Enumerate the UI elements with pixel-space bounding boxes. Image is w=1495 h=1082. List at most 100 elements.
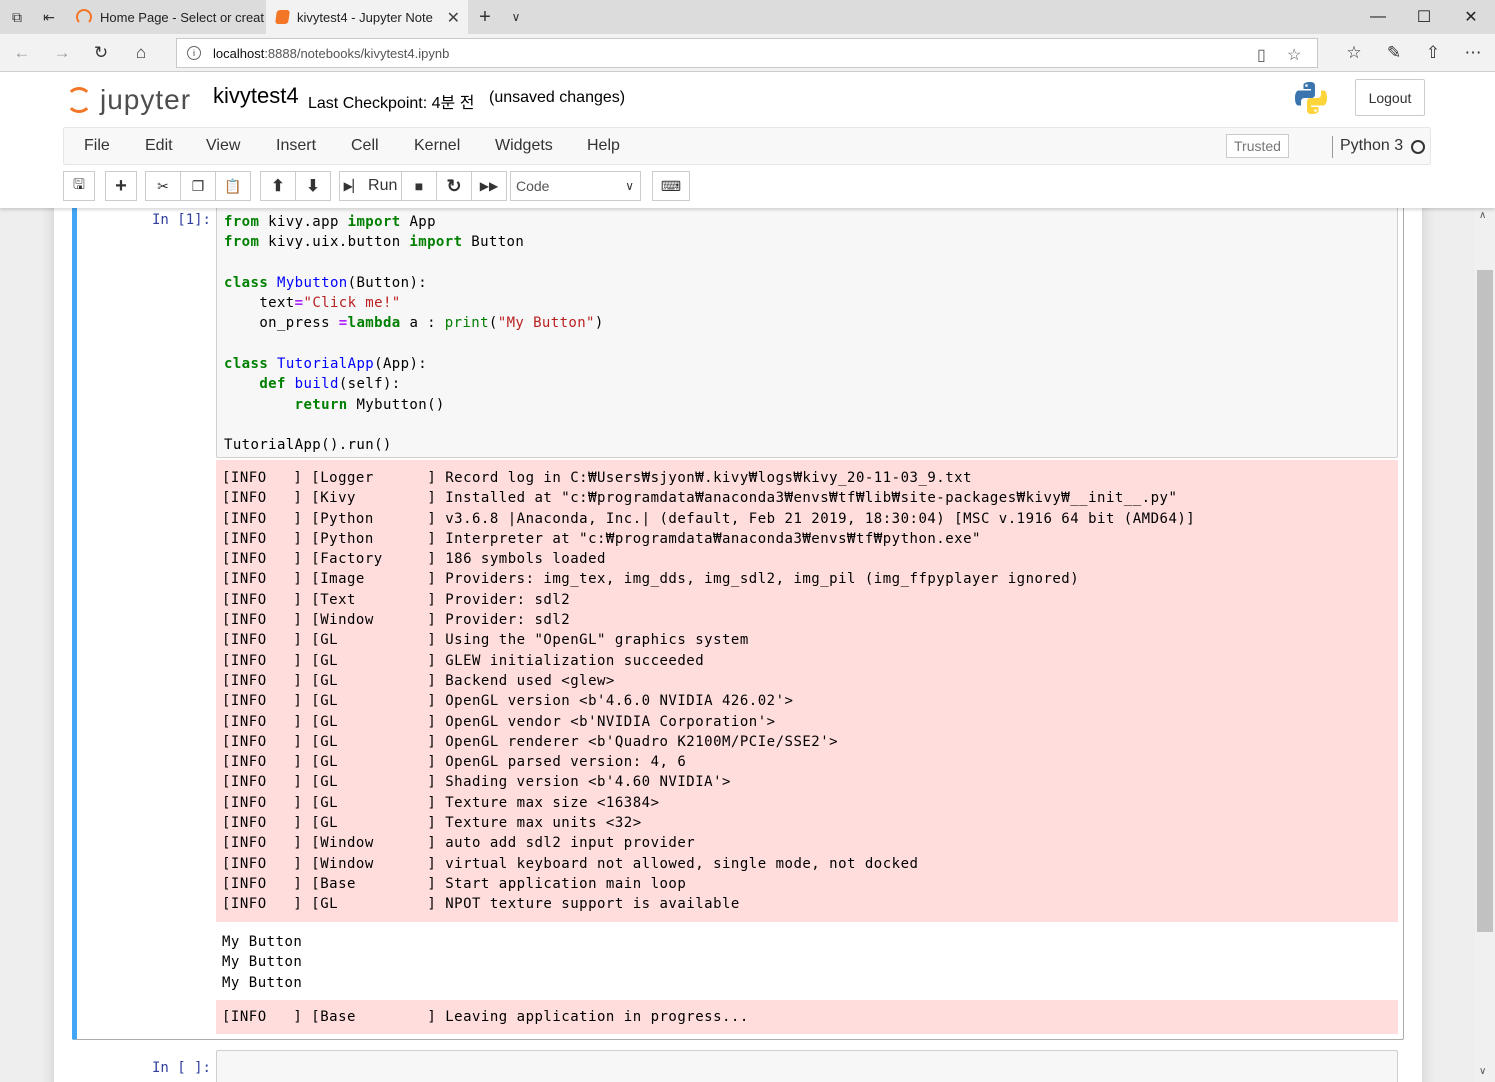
minimize-icon[interactable]: — [1355,4,1401,30]
chevron-down-icon: ∨ [625,179,634,193]
output-line: My Button [222,954,303,971]
restart-icon: ↻ [446,175,462,196]
restart-run-all-button[interactable]: ▶▶ [471,171,507,201]
cell-type-value: Code [516,178,550,194]
input-prompt: In [ ]: [151,1060,211,1076]
code-cell-empty[interactable]: In [ ]: [72,1048,1404,1082]
jupyter-logo-icon [66,87,92,113]
favorite-star-icon[interactable]: ☆ [1287,45,1301,65]
trusted-indicator[interactable]: Trusted [1226,134,1289,158]
kernel-idle-icon [1411,140,1425,154]
output-line: [INFO ] [Window ] auto add sdl2 input pr… [222,835,696,852]
pen-notes-icon[interactable]: ✎ [1382,41,1406,65]
input-prompt: In [1]: [151,212,211,228]
forward-icon[interactable]: → [50,41,74,65]
interrupt-button[interactable]: ■ [401,171,437,201]
code-editor[interactable]: from kivy.app import App from kivy.uix.b… [216,208,1398,458]
run-button[interactable]: ▶▏ Run [339,171,402,201]
kernel-divider [1332,136,1333,158]
page-scrollbar[interactable]: ∧ ∨ [1475,208,1495,1082]
output-line: [INFO ] [Python ] v3.6.8 |Anaconda, Inc.… [222,510,1196,527]
tab-title: kivytest4 - Jupyter Note [297,9,433,25]
output-line: [INFO ] [Text ] Provider: sdl2 [222,591,571,608]
logout-button[interactable]: Logout [1355,79,1425,116]
output-line: [INFO ] [GL ] Texture max size <16384> [222,794,660,811]
share-icon[interactable]: ⇧ [1421,41,1445,65]
jupyter-favicon-icon [76,9,92,25]
arrow-down-icon: ⬇ [306,178,320,195]
output-line: [INFO ] [GL ] Using the "OpenGL" graphic… [222,632,749,649]
notebook-name[interactable]: kivytest4 [213,83,299,109]
scroll-up-icon[interactable]: ∧ [1479,210,1486,221]
code-cell-selected[interactable]: In [1]: from kivy.app import App from ki… [72,208,1404,1040]
browser-tab-kivytest4[interactable]: kivytest4 - Jupyter Note ✕ [266,0,468,34]
paste-icon: 📋 [224,177,242,194]
move-down-button[interactable]: ⬇ [295,171,331,201]
maximize-icon[interactable]: ☐ [1401,4,1447,30]
new-tab-icon[interactable]: + [474,6,496,28]
output-line: [INFO ] [Factory ] 186 symbols loaded [222,551,606,568]
output-line: [INFO ] [Kivy ] Installed at "c:₩program… [222,490,1178,507]
stderr-output-final: [INFO ] [Base ] Leaving application in p… [216,1000,1398,1034]
menubar: File Edit View Insert Cell Kernel Widget… [63,127,1431,165]
menu-insert[interactable]: Insert [276,137,316,155]
close-tab-icon[interactable]: ✕ [447,8,460,28]
url-field[interactable]: i localhost:8888/notebooks/kivytest4.ipy… [176,38,1318,68]
jupyter-wordmark: jupyter [100,84,192,115]
menu-kernel[interactable]: Kernel [414,137,460,155]
menu-edit[interactable]: Edit [145,137,173,155]
url-text: localhost:8888/notebooks/kivytest4.ipynb [213,45,450,61]
set-aside-tabs-icon[interactable]: ⇤ [38,6,60,28]
save-button[interactable]: 🖫 [63,171,95,201]
menu-widgets[interactable]: Widgets [495,137,553,155]
output-line: [INFO ] [GL ] NPOT texture support is av… [222,896,740,913]
favorites-list-icon[interactable]: ☆ [1342,41,1366,65]
stderr-output: [INFO ] [Logger ] Record log in C:₩Users… [216,460,1398,922]
scrollbar-thumb[interactable] [1477,270,1493,932]
menu-view[interactable]: View [206,137,240,155]
notebook-container: In [1]: from kivy.app import App from ki… [54,208,1422,1082]
cell-type-select[interactable]: Code ∨ [510,171,641,201]
code-text: from kivy.app import App from kivy.uix.b… [224,214,604,454]
site-info-icon[interactable]: i [187,46,201,60]
more-menu-icon[interactable]: ⋯ [1461,41,1485,65]
copy-button[interactable]: ❐ [180,171,216,201]
output-line: [INFO ] [GL ] Texture max units <32> [222,815,642,832]
back-icon[interactable]: ← [10,41,34,65]
menu-help[interactable]: Help [587,137,620,155]
output-line: My Button [222,934,303,950]
stop-icon: ■ [414,178,424,194]
move-up-button[interactable]: ⬆ [260,171,296,201]
tab-title: Home Page - Select or creat [100,9,265,25]
notebook-site: In [1]: from kivy.app import App from ki… [0,208,1475,1082]
restart-button[interactable]: ↻ [436,171,472,201]
checkpoint-status: Last Checkpoint: 4분 전 [308,95,475,112]
close-window-icon[interactable]: ✕ [1448,4,1494,30]
notebook-toolbar: 🖫 + ✂ ❐ 📋 ⬆ ⬇ ▶▏ Run ■ ↻ ▶▶ Code ∨ ⌨ [63,171,1431,203]
jupyter-header: jupyter kivytest4 Last Checkpoint: 4분 전 … [0,72,1495,208]
browser-tab-home[interactable]: Home Page - Select or creat [66,0,266,34]
python-logo-icon [1295,82,1327,114]
browser-address-bar: ← → ↻ ⌂ i localhost:8888/notebooks/kivyt… [0,34,1495,72]
cut-button[interactable]: ✂ [145,171,181,201]
jupyter-logo[interactable]: jupyter [66,78,191,122]
menu-cell[interactable]: Cell [351,137,379,155]
tab-list-chevron-icon[interactable]: ∨ [505,6,527,28]
tab-manager-icon[interactable]: ⧉ [6,6,28,28]
run-label: Run [368,177,398,194]
output-line: [INFO ] [GL ] OpenGL parsed version: 4, … [222,754,687,771]
command-palette-button[interactable]: ⌨ [652,171,690,201]
copy-icon: ❐ [191,177,205,194]
refresh-icon[interactable]: ↻ [89,41,113,65]
output-line: [INFO ] [Image ] Providers: img_tex, img… [222,571,1080,588]
code-editor-empty[interactable] [216,1050,1398,1082]
home-icon[interactable]: ⌂ [129,41,153,65]
insert-cell-button[interactable]: + [105,171,137,201]
arrow-up-icon: ⬆ [271,178,285,195]
kernel-name: Python 3 [1340,137,1404,154]
output-line: [INFO ] [GL ] GLEW initialization succee… [222,652,705,669]
paste-button[interactable]: 📋 [215,171,251,201]
reading-view-icon[interactable]: ▯ [1257,45,1266,65]
menu-file[interactable]: File [84,137,110,155]
scroll-down-icon[interactable]: ∨ [1479,1066,1486,1077]
